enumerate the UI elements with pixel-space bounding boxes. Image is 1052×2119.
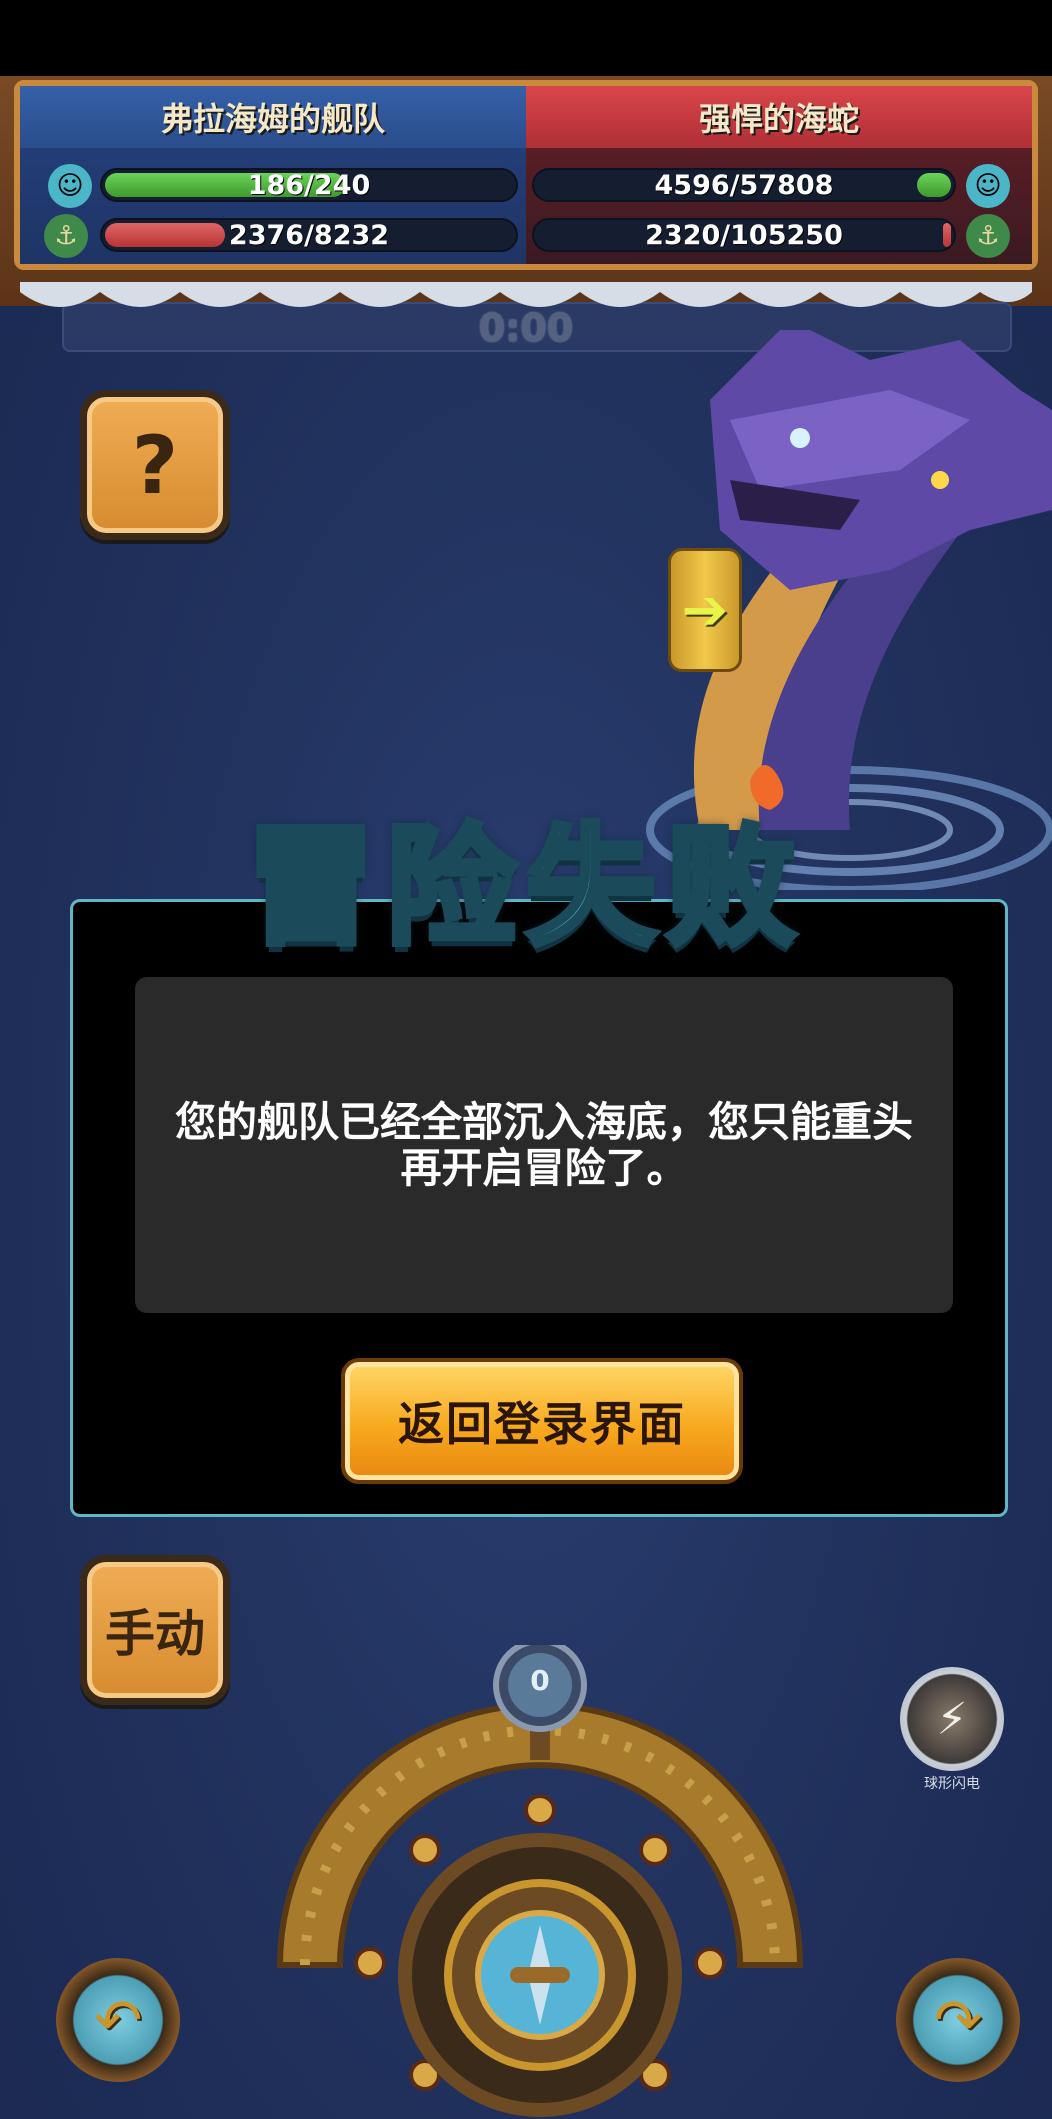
left-team-panel: 弗拉海姆的舰队 ☺ 186/240 ⚓ 2376/8232 bbox=[20, 86, 526, 264]
left-crew-bar: 186/240 bbox=[100, 168, 518, 202]
left-crew-text: 186/240 bbox=[247, 169, 371, 201]
manual-mode-button[interactable]: 手动 bbox=[80, 1555, 230, 1705]
message-box: 您的舰队已经全部沉入海底，您只能重头再开启冒险了。 bbox=[135, 977, 953, 1313]
header-frame: 弗拉海姆的舰队 ☺ 186/240 ⚓ 2376/8232 强悍的海蛇 4596… bbox=[14, 80, 1038, 270]
power-count: 0 bbox=[530, 1664, 550, 1697]
ability-label: 球形闪电 bbox=[924, 1776, 980, 1792]
undo-arrow-icon: ↶ bbox=[93, 1986, 143, 2054]
right-team-panel: 强悍的海蛇 4596/57808 ☺ 2320/105250 ⚓ bbox=[526, 86, 1032, 264]
right-crew-bar: 4596/57808 bbox=[532, 168, 956, 202]
game-screen: 弗拉海姆的舰队 ☺ 186/240 ⚓ 2376/8232 强悍的海蛇 4596… bbox=[0, 0, 1052, 2119]
ship-icon: ⚓ bbox=[966, 214, 1010, 258]
right-crew-text: 4596/57808 bbox=[654, 169, 834, 201]
right-team-name: 强悍的海蛇 bbox=[526, 86, 1032, 148]
lightning-ball-icon: ⚡ bbox=[936, 1693, 968, 1745]
status-bar-area bbox=[0, 0, 1052, 76]
undo-button[interactable]: ↶ bbox=[56, 1958, 180, 2082]
expand-panel-button[interactable]: ➔ bbox=[668, 548, 742, 672]
help-button[interactable]: ? bbox=[80, 390, 230, 540]
return-to-login-button[interactable]: 返回登录界面 bbox=[341, 1358, 743, 1484]
left-ship-bar: 2376/8232 bbox=[100, 218, 518, 252]
redo-button[interactable]: ↷ bbox=[896, 1958, 1020, 2082]
right-ship-bar: 2320/105250 bbox=[532, 218, 956, 252]
sailor-icon: ☺ bbox=[966, 164, 1010, 208]
left-ship-text: 2376/8232 bbox=[228, 219, 390, 251]
lightning-ball-button[interactable]: ⚡ bbox=[900, 1667, 1004, 1771]
defeat-dialog: 您的舰队已经全部沉入海底，您只能重头再开启冒险了。 返回登录界面 bbox=[70, 899, 1008, 1517]
battle-header: 弗拉海姆的舰队 ☺ 186/240 ⚓ 2376/8232 强悍的海蛇 4596… bbox=[0, 76, 1052, 306]
ship-icon: ⚓ bbox=[44, 214, 88, 258]
ship-wheel-control[interactable] bbox=[270, 1645, 810, 2119]
arrow-right-icon: ➔ bbox=[681, 577, 729, 643]
sailor-icon: ☺ bbox=[48, 164, 92, 208]
left-team-name: 弗拉海姆的舰队 bbox=[20, 86, 526, 148]
redo-arrow-icon: ↷ bbox=[933, 1986, 983, 2054]
defeat-message: 您的舰队已经全部沉入海底，您只能重头再开启冒险了。 bbox=[175, 1098, 913, 1192]
defeat-title: 冒险失败 bbox=[243, 808, 806, 966]
right-ship-text: 2320/105250 bbox=[645, 219, 843, 251]
